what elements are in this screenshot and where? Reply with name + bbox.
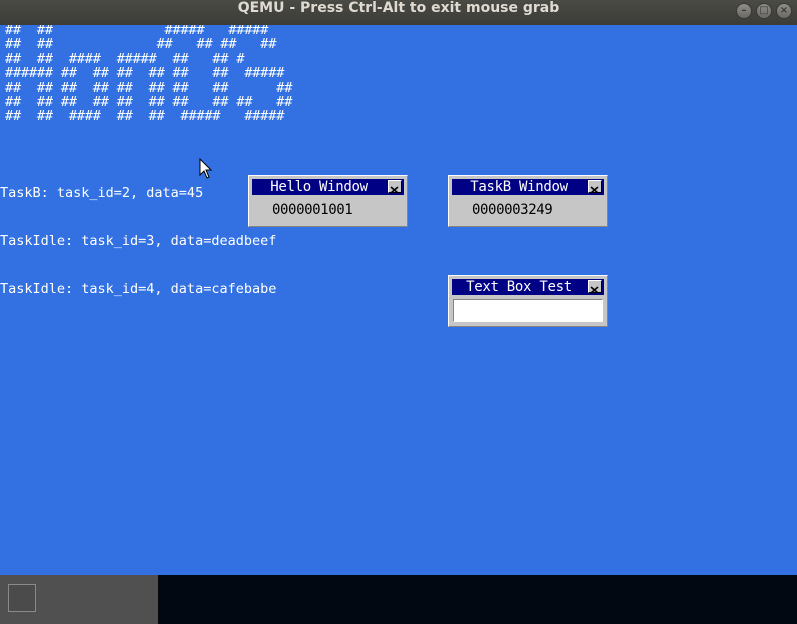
os-logo-banner: ## ## ##### ##### ## ## ## ## ## ## ## #… [5,25,293,125]
taskb-window-titlebar[interactable]: TaskB Window [452,179,604,195]
hello-window-titlebar[interactable]: Hello Window [252,179,404,195]
close-icon [590,186,599,194]
taskbar-start-area [0,575,158,624]
console-line: TaskIdle: task_id=3, data=deadbeef [0,233,277,249]
qemu-titlebar: – □ × QEMU - Press Ctrl-Alt to exit mous… [0,0,797,25]
window-title: QEMU - Press Ctrl-Alt to exit mouse grab [237,0,560,16]
hello-window-title: Hello Window [270,179,368,195]
textbox-window-title: Text Box Test [466,279,572,295]
mouse-cursor-icon [199,158,213,179]
console-line: TaskB: task_id=2, data=45 [0,185,204,201]
taskb-window-counter: 0000003249 [472,202,553,218]
taskb-window-title: TaskB Window [470,179,568,195]
taskb-window[interactable]: TaskB Window 0000003249 [448,175,608,227]
taskb-window-close-button[interactable] [588,180,602,194]
console-line: TaskIdle: task_id=4, data=cafebabe [0,281,277,297]
textbox-window-titlebar[interactable]: Text Box Test [452,279,604,295]
hello-window[interactable]: Hello Window 0000001001 [248,175,408,227]
hello-window-counter: 0000001001 [272,202,353,218]
textbox-window-close-button[interactable] [588,280,602,294]
close-icon [590,286,599,294]
close-icon [390,186,399,194]
hello-window-close-button[interactable] [388,180,402,194]
taskbar [0,575,797,624]
textbox-window[interactable]: Text Box Test [448,275,608,327]
text-input-box[interactable] [453,299,603,322]
guest-screen[interactable]: ## ## ##### ##### ## ## ## ## ## ## ## #… [0,25,797,624]
start-button[interactable] [8,584,36,612]
console-output: TaskB: task_id=2, data=45 TaskIdle: task… [0,153,276,329]
